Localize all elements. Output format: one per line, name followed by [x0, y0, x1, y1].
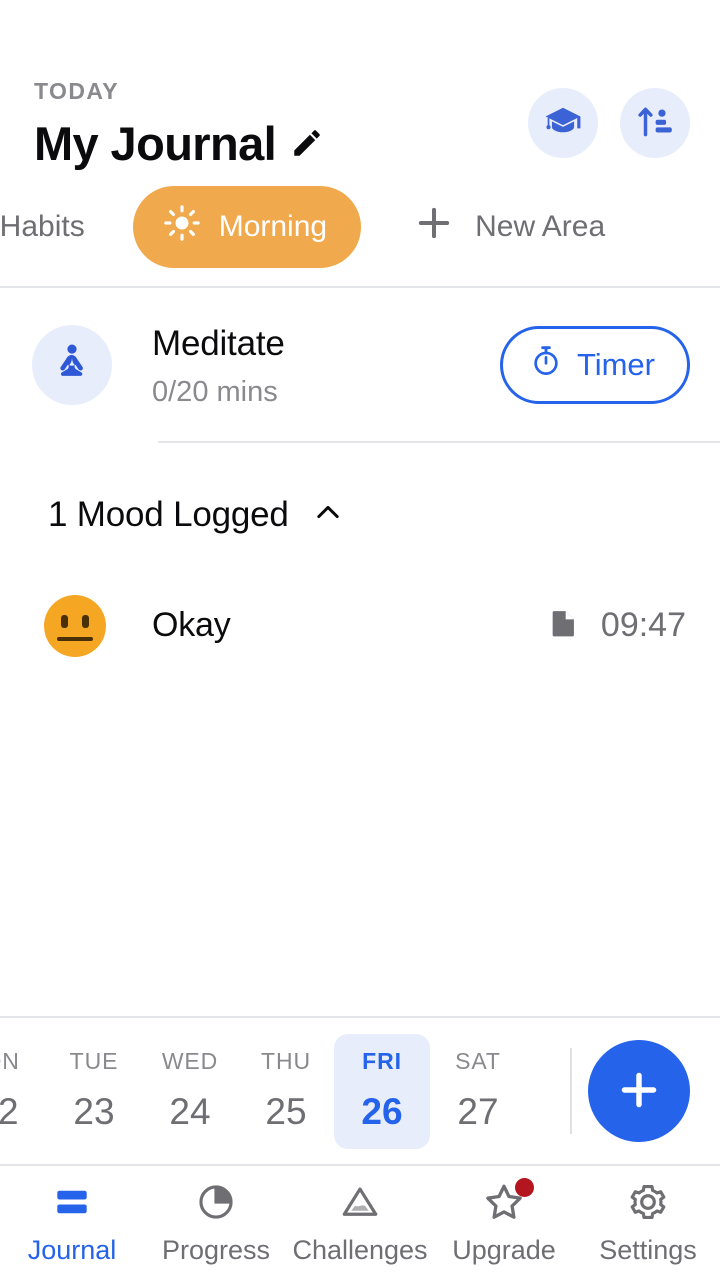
date-dow: FRI	[362, 1047, 402, 1074]
graduation-cap-icon	[544, 103, 582, 144]
new-area-label: New Area	[475, 210, 606, 244]
title-row: My Journal	[34, 119, 324, 168]
area-tabs: ll Habits	[0, 168, 720, 286]
area-tab-label: ll Habits	[0, 210, 85, 244]
date-cell-22[interactable]: ION 22	[0, 1034, 46, 1149]
date-cell-23[interactable]: TUE 23	[46, 1034, 142, 1149]
date-cell-25[interactable]: THU 25	[238, 1034, 334, 1149]
date-list[interactable]: ION 22 TUE 23 WED 24 THU 25 FRI 26 SAT 2…	[0, 1033, 564, 1149]
emoji-eye-right	[82, 614, 89, 628]
mood-section-header[interactable]: 1 Mood Logged	[0, 443, 720, 535]
nav-item-settings[interactable]: Settings	[576, 1180, 720, 1266]
date-dow: ION	[0, 1047, 20, 1074]
date-num: 25	[265, 1090, 307, 1132]
learn-button[interactable]	[528, 88, 598, 158]
nav-item-challenges[interactable]: Challenges	[288, 1180, 432, 1266]
habit-name: Meditate	[152, 324, 285, 364]
area-tab-strip[interactable]: ll Habits	[0, 186, 631, 269]
date-dow: WED	[161, 1047, 219, 1074]
date-num: 24	[169, 1090, 211, 1132]
meditation-icon	[50, 341, 94, 390]
nav-label: Settings	[599, 1235, 697, 1265]
stopwatch-icon	[529, 344, 563, 386]
mood-entry-label: Okay	[152, 606, 231, 645]
nav-item-journal[interactable]: Journal	[0, 1180, 144, 1266]
chevron-up-icon[interactable]	[311, 495, 345, 534]
star-icon	[482, 1178, 534, 1224]
date-num: 23	[73, 1090, 115, 1132]
nav-label: Challenges	[292, 1235, 428, 1265]
upgrade-badge-dot	[515, 1178, 534, 1197]
area-tab-morning[interactable]: Morning	[132, 186, 362, 269]
mood-entry-time: 09:47	[600, 606, 686, 645]
app-screen: TODAY My Journal Habits Morning New Area…	[0, 0, 720, 1280]
page-header: TODAY My Journal	[0, 58, 720, 168]
timer-button-label: Timer	[576, 347, 655, 383]
mood-entry-meta: 09:47	[547, 606, 686, 645]
date-strip-separator	[570, 1048, 572, 1134]
mood-entry[interactable]: Okay 09:47	[0, 535, 720, 657]
date-dow: THU	[261, 1047, 311, 1074]
date-cell-24[interactable]: WED 24	[142, 1034, 238, 1149]
date-dow: SAT	[455, 1047, 501, 1074]
date-num: 27	[457, 1090, 499, 1132]
plus-icon	[614, 1065, 664, 1118]
neutral-face-emoji	[44, 594, 106, 657]
nav-label: Journal	[27, 1235, 117, 1265]
sun-icon	[163, 204, 201, 250]
gear-icon	[627, 1180, 669, 1224]
pencil-icon[interactable]	[290, 126, 324, 165]
date-cell-27[interactable]: SAT 27	[430, 1034, 526, 1149]
header-actions	[528, 88, 690, 158]
new-area-button[interactable]: New Area	[383, 202, 631, 252]
emoji-mouth	[57, 636, 93, 641]
note-document-icon[interactable]	[547, 606, 581, 645]
date-num: 26	[361, 1090, 403, 1132]
nav-label: Upgrade	[452, 1235, 556, 1265]
area-tab-all-habits[interactable]: ll Habits	[0, 210, 111, 244]
nav-item-progress[interactable]: Progress	[144, 1180, 288, 1266]
journal-content: Meditate 0/20 mins Timer 1 Mood Logged O…	[0, 288, 720, 1016]
habit-avatar	[32, 325, 112, 406]
date-cell-26-selected[interactable]: FRI 26	[334, 1033, 430, 1149]
mood-section-title: 1 Mood Logged	[48, 494, 289, 534]
habit-row-meditate[interactable]: Meditate 0/20 mins Timer	[0, 288, 720, 440]
timer-button[interactable]: Timer	[499, 326, 690, 405]
date-dow: TUE	[69, 1047, 119, 1074]
sort-ascending-icon	[636, 103, 674, 144]
area-tab-label: Morning	[218, 210, 328, 244]
status-bar	[0, 0, 720, 58]
nav-label: Progress	[161, 1235, 271, 1265]
eyebrow-label: TODAY	[34, 78, 119, 104]
plus-icon	[413, 202, 455, 252]
page-title: My Journal	[34, 117, 277, 170]
sort-button[interactable]	[620, 88, 690, 158]
add-entry-fab[interactable]	[588, 1040, 690, 1142]
bottom-nav: Journal Progress Challenges Upgrade Sett…	[0, 1164, 720, 1280]
mountain-icon	[339, 1180, 381, 1224]
nav-item-upgrade[interactable]: Upgrade	[432, 1178, 576, 1266]
habit-text: Meditate 0/20 mins	[152, 324, 500, 406]
date-strip: ION 22 TUE 23 WED 24 THU 25 FRI 26 SAT 2…	[0, 1016, 720, 1164]
date-num: 22	[0, 1090, 19, 1132]
habit-progress: 0/20 mins	[152, 375, 278, 408]
pie-chart-icon	[195, 1180, 237, 1224]
header-titles: TODAY My Journal	[34, 80, 324, 168]
emoji-eye-left	[61, 614, 68, 628]
journal-icon	[51, 1180, 93, 1224]
